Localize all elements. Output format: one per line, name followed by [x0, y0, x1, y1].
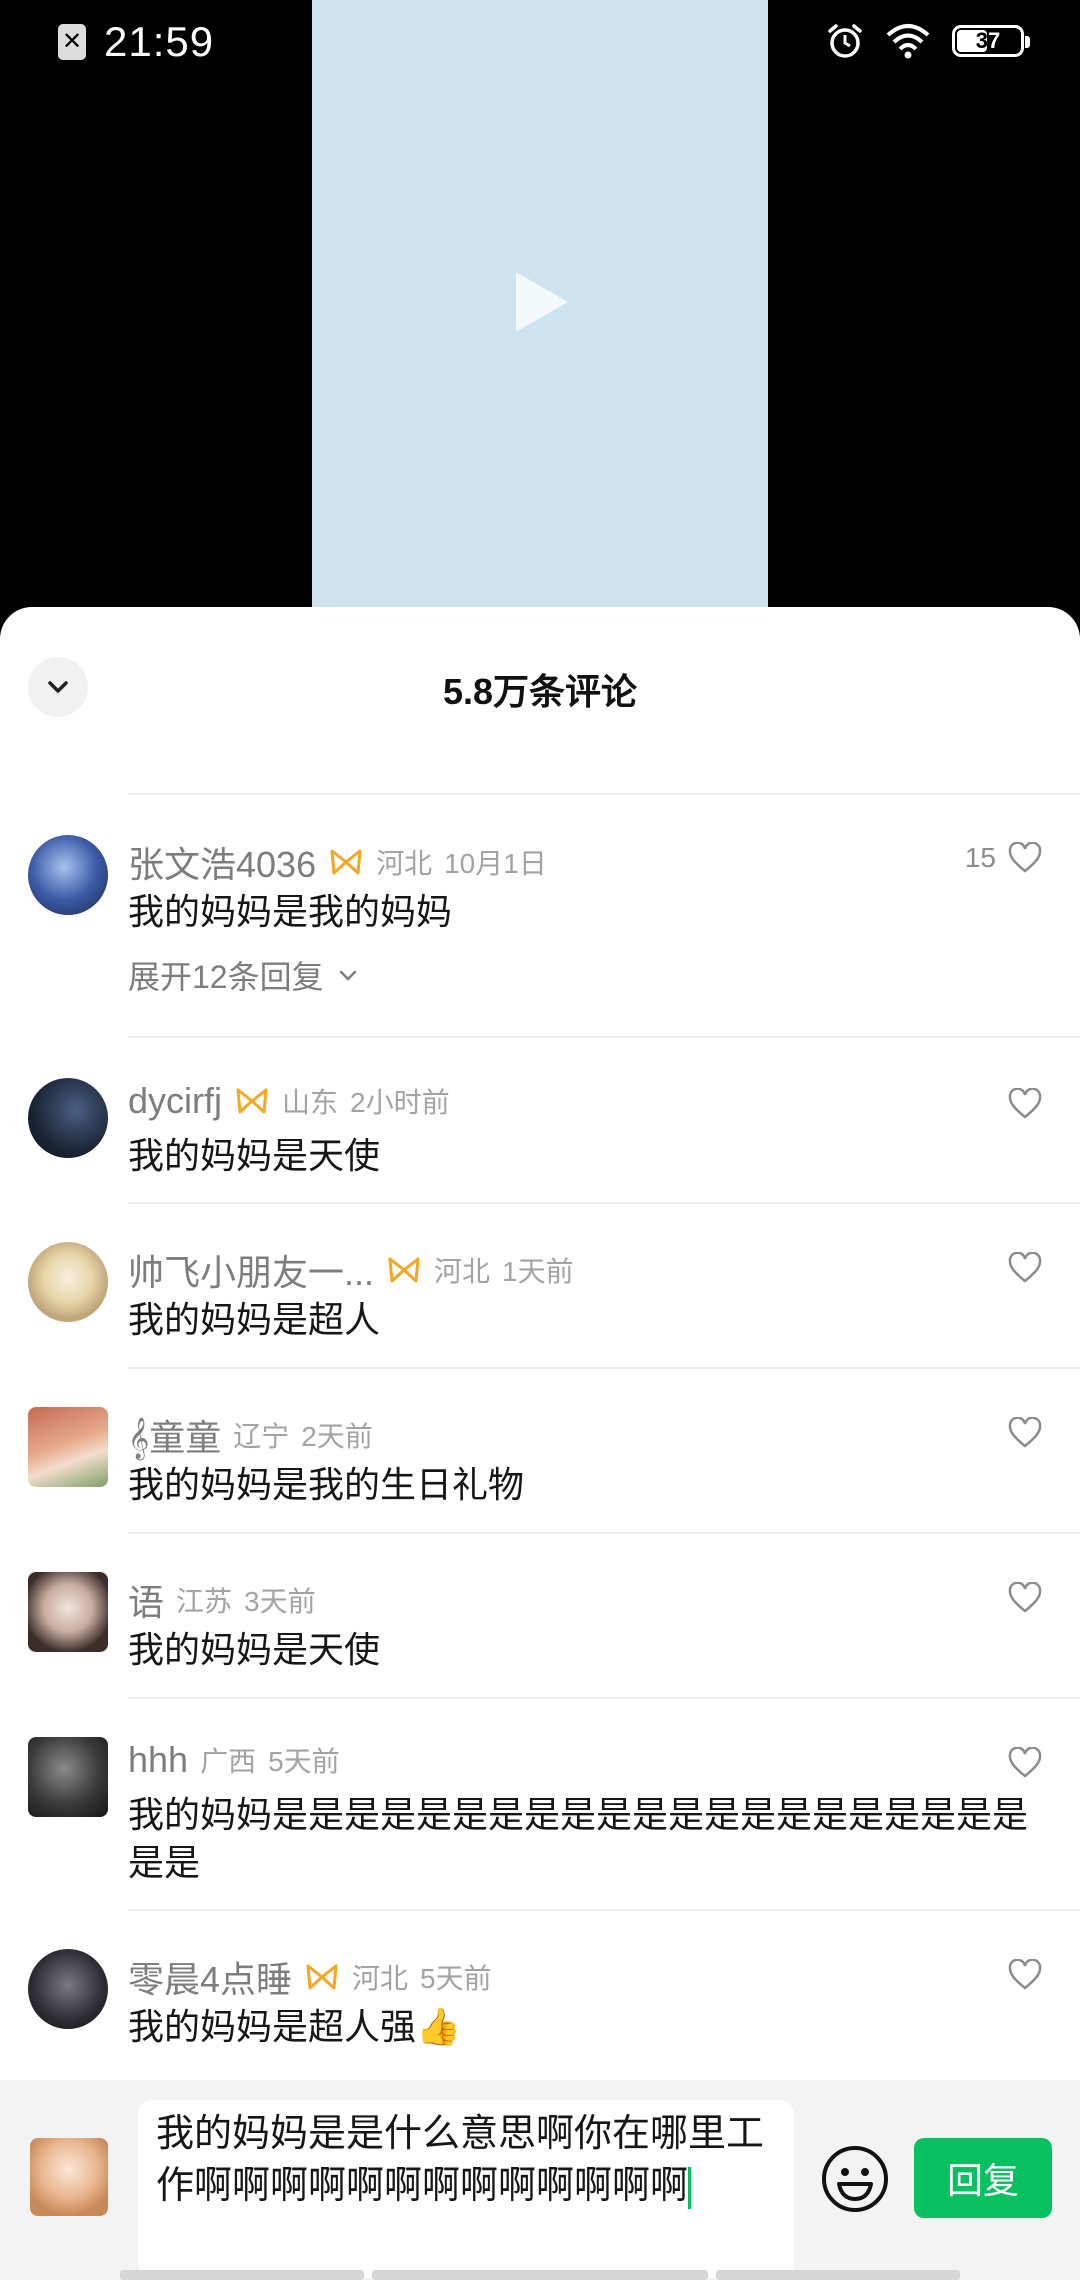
like-count: 15 — [964, 842, 996, 873]
heart-icon — [1008, 1252, 1042, 1283]
comment-region: 河北 — [352, 1963, 409, 1994]
send-reply-button[interactable]: 回复 — [914, 2138, 1052, 2218]
avatar[interactable] — [28, 835, 108, 915]
comment-header: 张文浩4036 河北 10月1日 — [128, 836, 547, 888]
comment-time: 10月1日 — [444, 848, 547, 879]
badge-icon — [306, 1964, 338, 1990]
username[interactable]: 张文浩4036 — [128, 836, 316, 888]
like-button[interactable] — [1008, 1747, 1042, 1779]
divider — [128, 1697, 1080, 1699]
comment-header: dycirfj 山东 2小时前 — [128, 1080, 450, 1122]
like-button[interactable]: 15 — [965, 842, 1042, 874]
status-right: 37 — [826, 22, 1030, 60]
heart-icon — [1008, 1417, 1042, 1448]
comments-count-title: 5.8万条评论 — [442, 671, 638, 712]
comment-time: 5天前 — [268, 1746, 340, 1777]
heart-icon — [1008, 1747, 1042, 1778]
username[interactable]: 语 — [128, 1574, 164, 1626]
heart-icon — [1008, 1088, 1042, 1119]
reply-bar: 我的妈妈是是什么意思啊你在哪里工作啊啊啊啊啊啊啊啊啊啊啊啊啊 回复 — [0, 2080, 1080, 2280]
battery-icon: 37 — [952, 25, 1030, 57]
avatar[interactable] — [28, 1078, 108, 1158]
comment-text: 我的妈妈是超人强👍 — [128, 2006, 461, 2047]
divider — [128, 1532, 1080, 1534]
like-button[interactable] — [1008, 1252, 1042, 1284]
keyboard-edge — [0, 2270, 1080, 2280]
comment-region: 辽宁 — [233, 1421, 290, 1452]
avatar[interactable] — [28, 1407, 108, 1487]
avatar[interactable] — [28, 1737, 108, 1817]
heart-icon — [1008, 1959, 1042, 1990]
username[interactable]: 帅飞小朋友一... — [128, 1244, 374, 1296]
heart-icon — [1008, 842, 1042, 873]
comment-header: 语 江苏 3天前 — [128, 1574, 316, 1626]
avatar[interactable] — [28, 1242, 108, 1322]
comment-time: 2小时前 — [350, 1087, 450, 1118]
comment-text: 我的妈妈是天使 — [128, 1135, 381, 1176]
comment-region: 广西 — [200, 1746, 257, 1777]
avatar[interactable] — [28, 1572, 108, 1652]
comment-header: 𝄞童童 辽宁 2天前 — [128, 1409, 373, 1461]
status-left: ✕ 21:59 — [58, 18, 214, 66]
comment-header: 零晨4点睡 河北 5天前 — [128, 1951, 492, 2003]
comment-text: 我的妈妈是天使 — [128, 1629, 381, 1670]
username[interactable]: hhh — [128, 1739, 188, 1781]
divider — [128, 1036, 1080, 1038]
video-player[interactable] — [0, 0, 1080, 640]
expand-replies[interactable]: 展开12条回复 — [128, 952, 360, 998]
comment-text: 我的妈妈是超人 — [128, 1299, 381, 1340]
no-sim-icon: ✕ — [58, 24, 86, 60]
divider — [128, 1202, 1080, 1204]
like-button[interactable] — [1008, 1582, 1042, 1614]
comment-region: 山东 — [282, 1087, 339, 1118]
comment-region: 河北 — [434, 1256, 491, 1287]
play-icon[interactable] — [516, 272, 568, 332]
status-bar: ✕ 21:59 37 — [0, 0, 1080, 90]
divider — [128, 1367, 1080, 1369]
like-button[interactable] — [1008, 1417, 1042, 1449]
comment-text: 我的妈妈是我的妈妈 — [128, 891, 453, 932]
divider — [128, 793, 1080, 795]
avatar[interactable] — [28, 1949, 108, 2029]
my-avatar — [30, 2138, 108, 2216]
username[interactable]: dycirfj — [128, 1080, 222, 1122]
text-cursor — [688, 2166, 692, 2209]
alarm-icon — [828, 24, 862, 58]
badge-icon — [236, 1088, 268, 1114]
comment-text: 我的妈妈是我的生日礼物 — [128, 1464, 525, 1505]
reply-input-value: 我的妈妈是是什么意思啊你在哪里工作啊啊啊啊啊啊啊啊啊啊啊啊啊 — [156, 2113, 765, 2207]
comment-time: 1天前 — [502, 1256, 574, 1287]
expand-replies-label: 展开12条回复 — [128, 959, 324, 995]
comment-text: 我的妈妈是是是是是是是是是是是是是是是是是是是是是是是 — [128, 1794, 1029, 1883]
username[interactable]: 零晨4点睡 — [128, 1951, 292, 2003]
wifi-icon — [886, 24, 930, 59]
reply-input[interactable]: 我的妈妈是是什么意思啊你在哪里工作啊啊啊啊啊啊啊啊啊啊啊啊啊 — [138, 2100, 794, 2278]
status-time: 21:59 — [104, 18, 215, 65]
comment-time: 2天前 — [301, 1421, 373, 1452]
like-button[interactable] — [1008, 1959, 1042, 1991]
badge-icon — [330, 849, 362, 875]
username[interactable]: 𝄞童童 — [128, 1409, 221, 1461]
comment-region: 河北 — [376, 848, 433, 879]
comment-time: 3天前 — [244, 1586, 316, 1617]
like-button[interactable] — [1008, 1088, 1042, 1120]
comment-time: 5天前 — [420, 1963, 492, 1994]
comment-region: 江苏 — [176, 1586, 233, 1617]
chevron-down-icon — [339, 970, 356, 981]
divider — [128, 1909, 1080, 1911]
badge-icon — [388, 1257, 420, 1283]
comment-header: hhh 广西 5天前 — [128, 1739, 340, 1781]
heart-icon — [1008, 1582, 1042, 1613]
battery-level: 37 — [975, 28, 1001, 53]
comment-header: 帅飞小朋友一... 河北 1天前 — [128, 1244, 574, 1296]
emoji-icon[interactable] — [820, 2144, 890, 2214]
